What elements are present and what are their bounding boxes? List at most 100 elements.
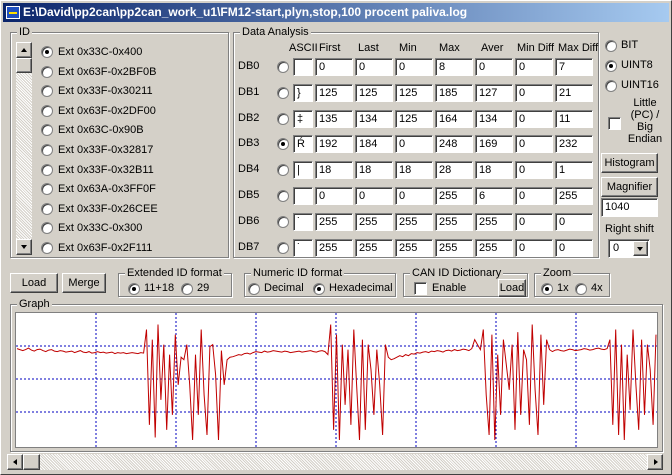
option-radio[interactable]	[541, 283, 553, 295]
chevron-down-icon[interactable]	[633, 241, 648, 256]
value-cell: 0	[315, 58, 353, 76]
row-radio[interactable]	[277, 61, 289, 73]
id-item-label: Ext 0x33F-0x26CEE	[58, 202, 158, 215]
column-header: Max	[439, 42, 460, 54]
row-radio[interactable]	[277, 190, 289, 202]
value-cell: 0	[515, 212, 553, 231]
app-icon	[6, 6, 20, 19]
column-header: Min	[399, 42, 417, 54]
id-item-label: Ext 0x33C-0x300	[58, 222, 143, 235]
option-label: 4x	[591, 282, 603, 294]
option-radio[interactable]	[128, 283, 140, 295]
dictionary-enable-checkbox[interactable]	[414, 282, 427, 295]
title-bar[interactable]: E:\David\pp2can\pp2can_work_u1\FM12-star…	[3, 3, 669, 22]
format-radio[interactable]	[605, 80, 617, 92]
id-list-item[interactable]: Ext 0x33F-0x30211	[39, 83, 225, 100]
right-shift-select[interactable]: 0	[608, 239, 650, 258]
magnifier-button[interactable]: Magnifier	[601, 177, 658, 197]
value-cell: 0	[315, 187, 353, 205]
format-radio[interactable]	[605, 40, 617, 52]
id-list-item[interactable]: Ext 0x63F-0x2DF00	[39, 103, 225, 120]
id-list-item[interactable]: Ext 0x33F-0x32817	[39, 142, 225, 159]
column-header: Min Diff	[517, 42, 555, 54]
option-radio[interactable]	[575, 283, 587, 295]
id-radio[interactable]	[41, 222, 53, 235]
value-cell: 164	[435, 109, 473, 128]
row-label: DB2	[238, 111, 260, 124]
h-scroll-thumb[interactable]	[23, 454, 40, 470]
id-radio[interactable]	[41, 46, 53, 58]
format-radio[interactable]	[605, 60, 617, 72]
id-radio[interactable]	[41, 163, 53, 176]
format-label: BIT	[621, 39, 639, 51]
horizontal-scrollbar[interactable]	[7, 454, 663, 470]
value-cell: 255	[555, 187, 593, 205]
ascii-cell: Ŕ	[293, 135, 313, 154]
magnifier-value[interactable]: 1040	[601, 198, 658, 217]
row-label: DB3	[238, 137, 260, 150]
scroll-track[interactable]	[16, 58, 32, 240]
value-cell: 125	[315, 83, 353, 102]
id-scrollbar[interactable]	[16, 42, 33, 256]
endian-checkbox[interactable]	[608, 117, 621, 130]
id-radio[interactable]	[41, 242, 53, 254]
numeric-id-label: Numeric ID format	[251, 267, 345, 279]
option-label: Decimal	[264, 282, 304, 294]
id-list-item[interactable]: Ext 0x63A-0x3FF0F	[39, 181, 225, 198]
value-cell: 134	[355, 109, 393, 128]
option-label: Hexadecimal	[329, 282, 393, 294]
option-radio[interactable]	[313, 283, 325, 295]
id-list-item[interactable]: Ext 0x33F-0x32B11	[39, 162, 225, 179]
id-item-label: Ext 0x63A-0x3FF0F	[58, 183, 156, 196]
row-radio[interactable]	[277, 112, 289, 125]
id-list-item[interactable]: Ext 0x63F-0x2F111	[39, 240, 225, 257]
id-radio[interactable]	[41, 65, 53, 78]
id-list-item[interactable]: Ext 0x63C-0x90B	[39, 122, 225, 139]
ascii-cell: }	[293, 83, 313, 102]
scroll-up-button[interactable]	[16, 42, 32, 58]
extended-id-label: Extended ID format	[125, 267, 224, 279]
id-group-label: ID	[17, 26, 32, 38]
id-list-item[interactable]: Ext 0x33C-0x300	[39, 220, 225, 237]
scroll-thumb[interactable]	[16, 58, 32, 73]
row-radio[interactable]	[277, 241, 289, 254]
id-radio[interactable]	[41, 124, 53, 137]
row-radio[interactable]	[277, 86, 289, 99]
scroll-left-button[interactable]	[7, 454, 23, 470]
value-cell: 255	[435, 187, 473, 205]
id-radio[interactable]	[41, 202, 53, 215]
histogram-button[interactable]: Histogram	[601, 153, 658, 173]
id-radio[interactable]	[41, 183, 53, 196]
id-item-label: Ext 0x33F-0x32817	[58, 144, 154, 156]
scroll-right-button[interactable]	[647, 454, 663, 470]
id-radio[interactable]	[41, 104, 53, 117]
value-cell: 0	[515, 238, 553, 257]
option-radio[interactable]	[181, 283, 193, 295]
load-button[interactable]: Load	[10, 273, 58, 293]
id-list-item[interactable]: Ext 0x63F-0x2BF0B	[39, 64, 225, 81]
value-cell: 127	[475, 83, 513, 102]
right-shift-label: Right shift	[605, 223, 654, 235]
id-list-item[interactable]: Ext 0x33C-0x400	[39, 44, 225, 61]
column-header: First	[319, 42, 341, 54]
format-label: UINT16	[621, 79, 659, 91]
value-cell: 0	[475, 58, 513, 76]
value-cell: 0	[395, 187, 433, 205]
id-radio[interactable]	[41, 85, 53, 98]
row-radio[interactable]	[277, 215, 289, 228]
graph-svg	[16, 313, 657, 447]
value-cell: 0	[515, 161, 553, 180]
dictionary-load-button[interactable]: Load	[498, 279, 526, 297]
row-label: DB7	[238, 240, 260, 253]
graph-area[interactable]	[15, 312, 658, 448]
id-radio[interactable]	[41, 144, 53, 156]
value-cell: 18	[355, 161, 393, 180]
value-cell: 232	[555, 135, 593, 154]
scroll-down-button[interactable]	[16, 239, 32, 255]
h-scroll-track[interactable]	[23, 454, 647, 470]
option-radio[interactable]	[248, 283, 260, 295]
merge-button[interactable]: Merge	[62, 273, 106, 293]
window-title: E:\David\pp2can\pp2can_work_u1\FM12-star…	[23, 5, 468, 19]
ascii-cell: ‡	[293, 109, 313, 128]
id-list-item[interactable]: Ext 0x33F-0x26CEE	[39, 201, 225, 218]
